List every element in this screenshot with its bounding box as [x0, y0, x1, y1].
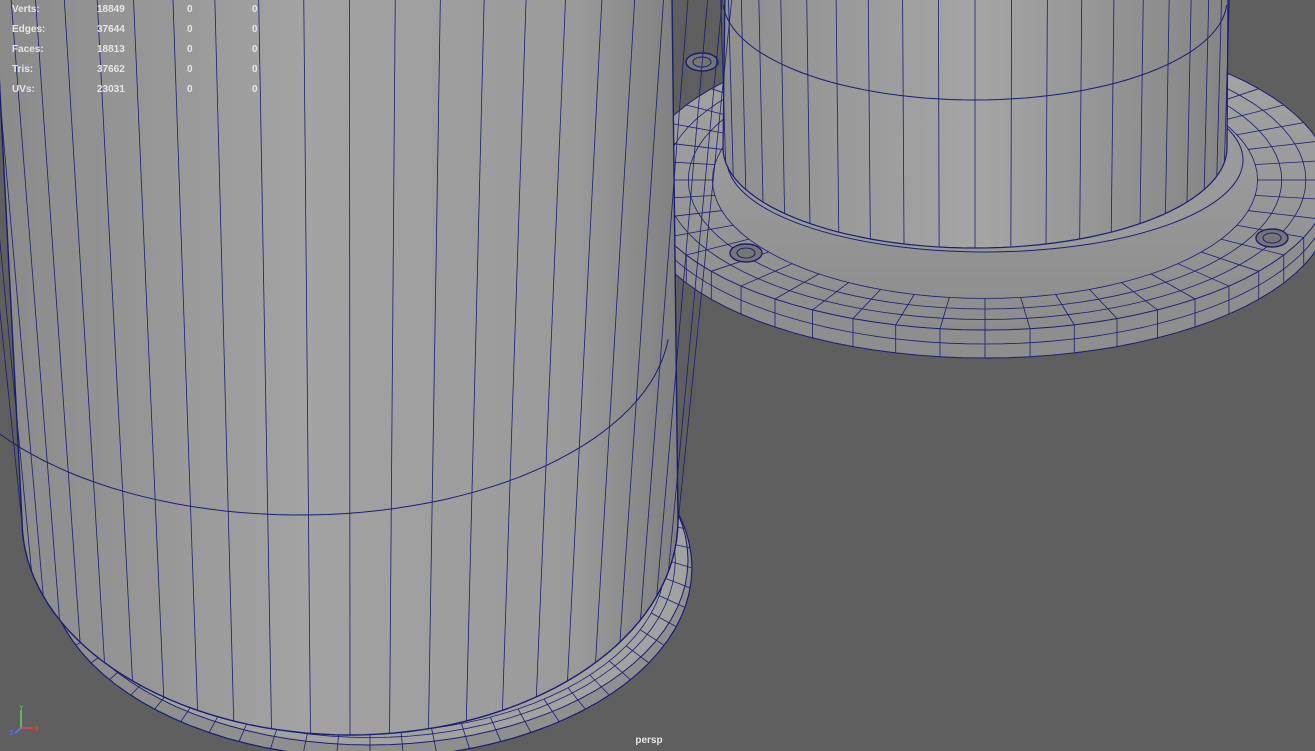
axis-z-line	[14, 727, 22, 734]
axis-x-label: X	[34, 726, 39, 733]
hud-row-uvs: UVs: 23031 0 0	[12, 80, 272, 100]
hud-label: Verts:	[12, 4, 40, 15]
hud-label: Faces:	[12, 44, 44, 55]
hud-total: 37644	[97, 24, 125, 35]
hud-total: 18813	[97, 44, 125, 55]
hud-row-edges: Edges: 37644 0 0	[12, 20, 272, 40]
hud-other: 0	[252, 4, 258, 15]
hud-row-verts: Verts: 18849 0 0	[12, 0, 272, 20]
hud-label: Tris:	[12, 64, 34, 75]
hud-selected: 0	[187, 24, 193, 35]
hud-total: 18849	[97, 4, 125, 15]
wireframe-scene[interactable]	[0, 0, 1315, 751]
pillar-body	[722, 0, 1229, 249]
hud-selected: 0	[187, 84, 193, 95]
bolt	[1255, 228, 1289, 248]
hud-label: Edges:	[12, 24, 46, 35]
right-pillar-mesh[interactable]	[639, 0, 1315, 359]
poly-count-hud: Verts: 18849 0 0 Edges: 37644 0 0 Faces:…	[12, 0, 272, 100]
hud-selected: 0	[187, 44, 193, 55]
camera-name-label: persp	[635, 735, 663, 746]
hud-other: 0	[252, 44, 258, 55]
maya-persp-viewport[interactable]: Verts: 18849 0 0 Edges: 37644 0 0 Faces:…	[0, 0, 1315, 751]
axis-y-label: Y	[19, 705, 24, 712]
pillar-body	[0, 0, 679, 736]
hud-row-faces: Faces: 18813 0 0	[12, 40, 272, 60]
hud-row-tris: Tris: 37662 0 0	[12, 60, 272, 80]
hud-other: 0	[252, 84, 258, 95]
hud-label: UVs:	[12, 84, 35, 95]
hud-other: 0	[252, 24, 258, 35]
axis-gizmo-icon: Y X Z	[9, 705, 39, 737]
hud-total: 23031	[97, 84, 125, 95]
pillar-vertical-edge	[349, 0, 351, 736]
hud-other: 0	[252, 64, 258, 75]
left-pillar-mesh[interactable]	[0, 0, 733, 751]
hud-selected: 0	[187, 4, 193, 15]
bolt	[729, 243, 763, 263]
hud-selected: 0	[187, 64, 193, 75]
hud-total: 37662	[97, 64, 125, 75]
